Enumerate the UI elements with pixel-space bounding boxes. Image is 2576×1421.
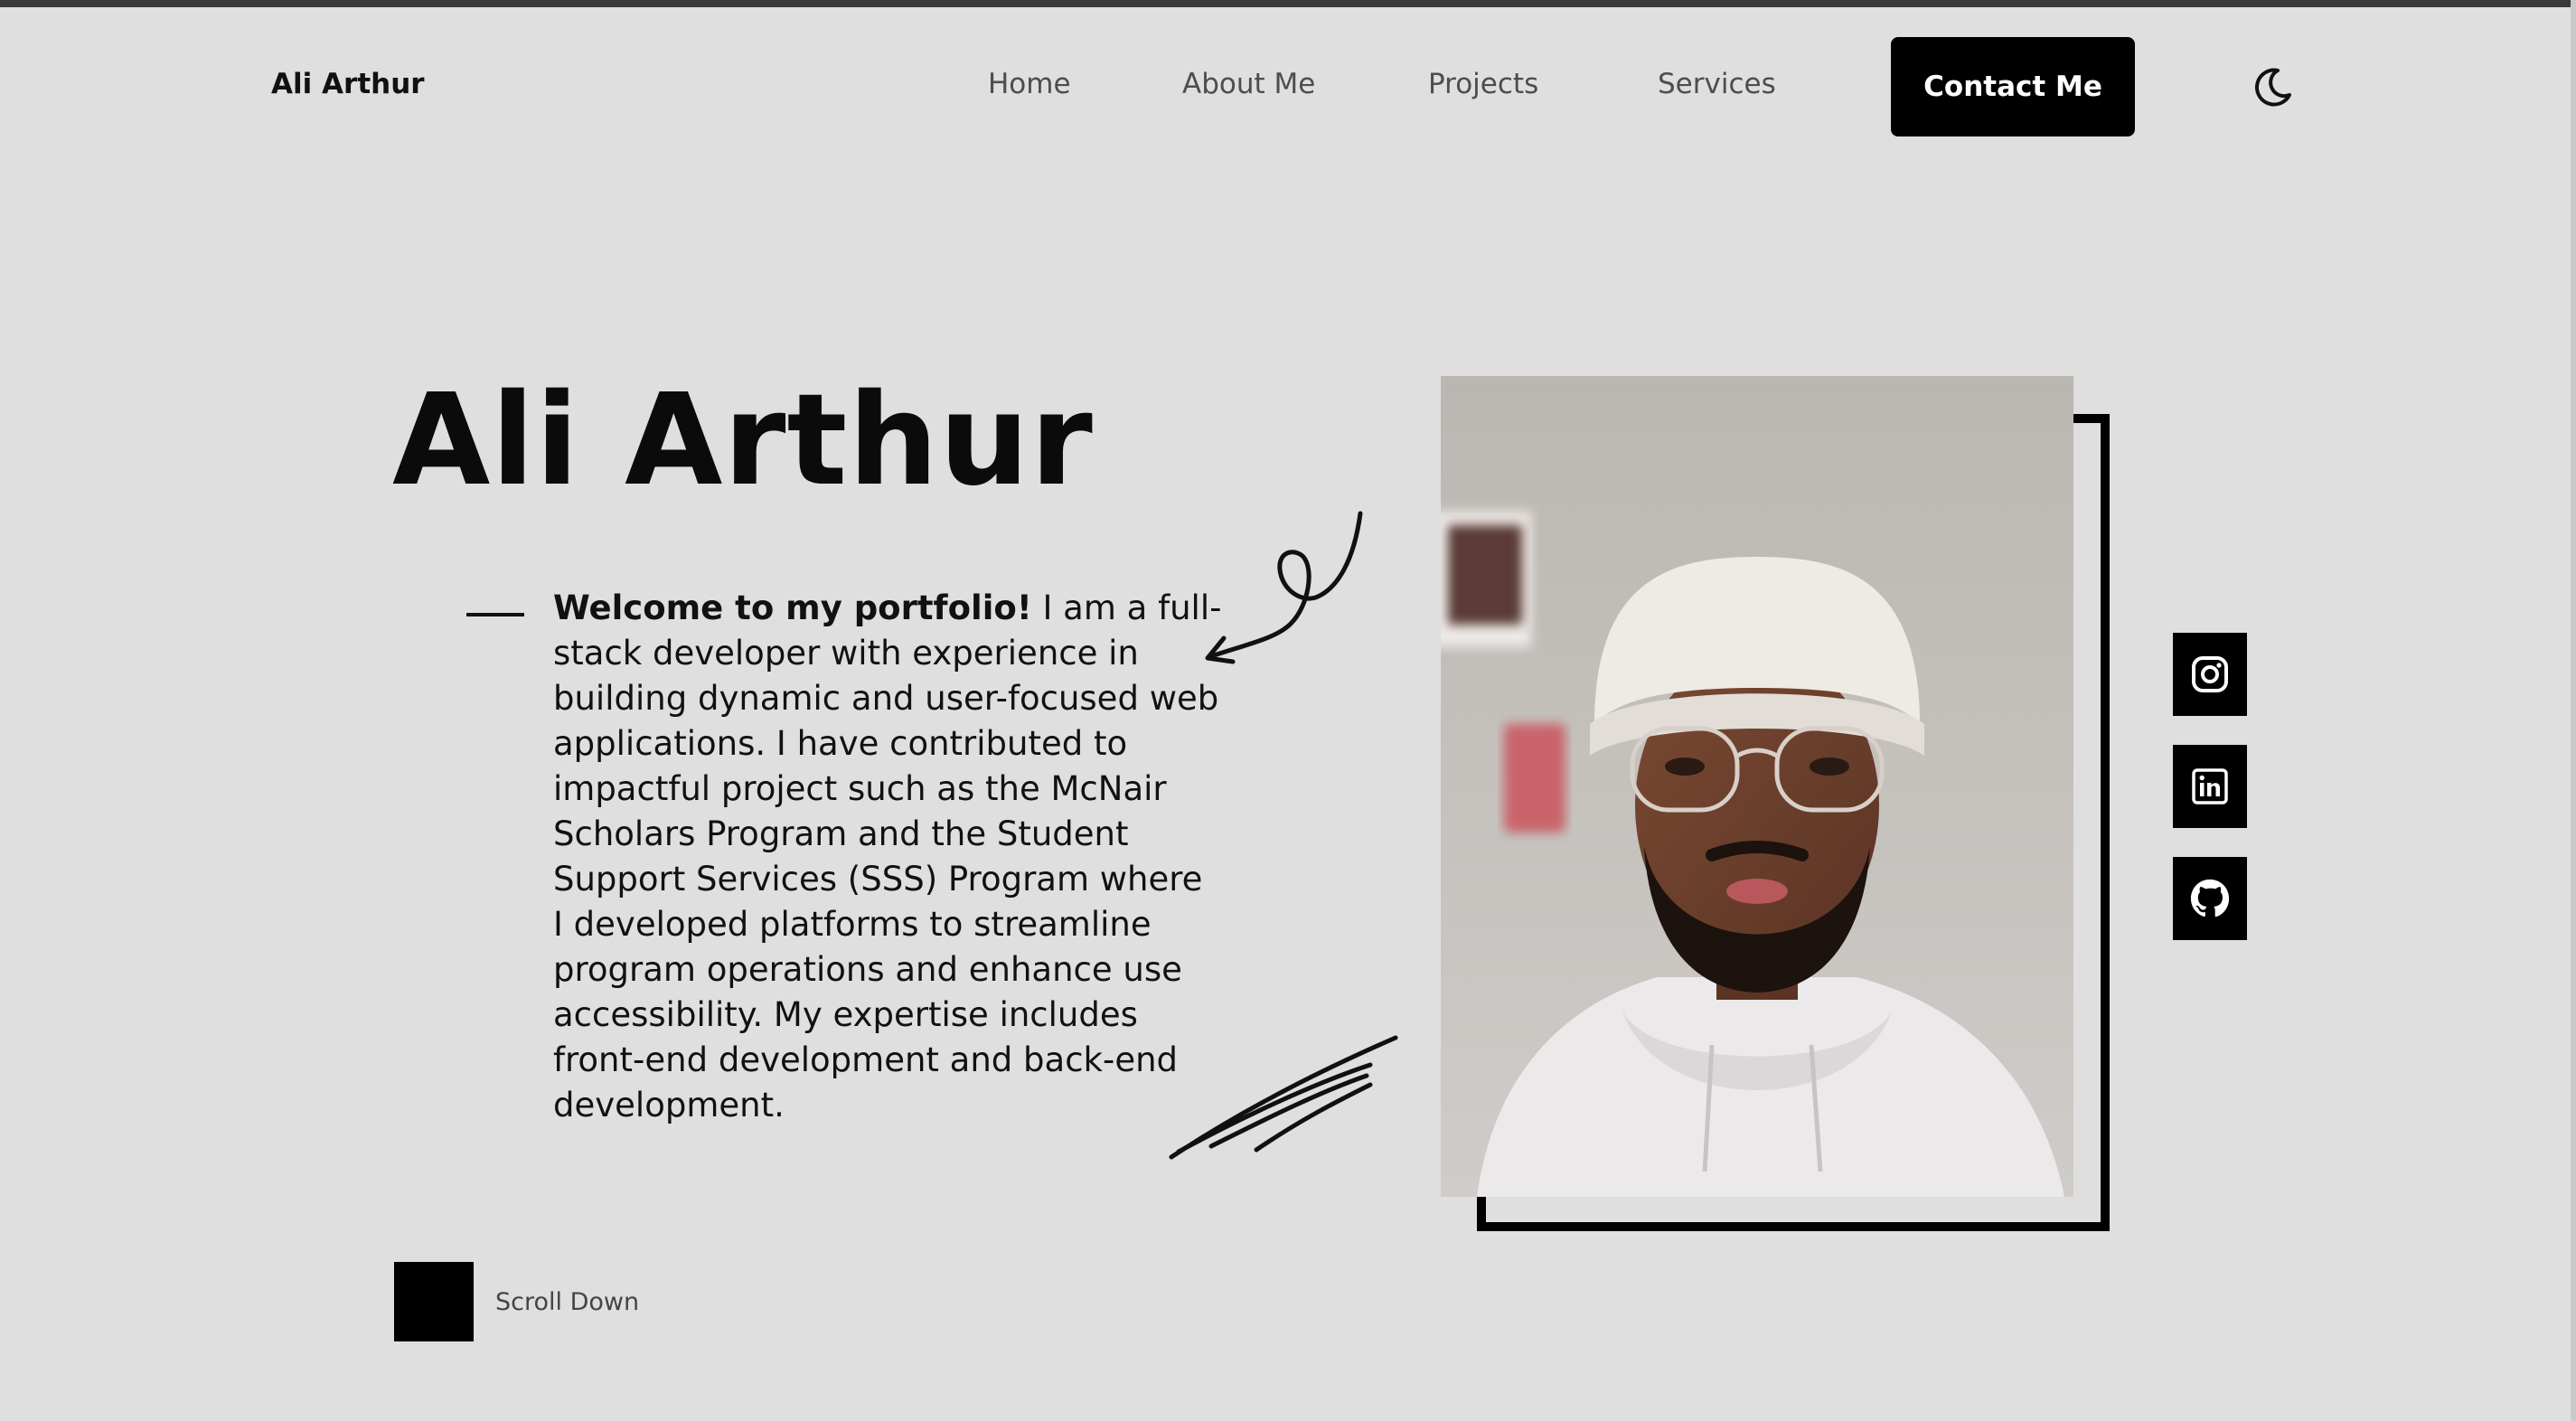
theme-toggle-button[interactable] [2251,64,2296,109]
linkedin-icon [2192,768,2228,805]
profile-photo [1441,376,2073,1197]
moon-icon [2255,68,2291,107]
brand-logo[interactable]: Ali Arthur [271,68,425,100]
intro-dash [466,613,524,616]
instagram-icon [2192,656,2228,692]
contact-me-button[interactable]: Contact Me [1891,37,2135,136]
hero-title: Ali Arthur [392,367,1094,514]
scroll-down-button[interactable] [394,1262,474,1341]
page-scrollbar[interactable] [2571,0,2576,1421]
scribble-decoration [1169,1035,1398,1160]
instagram-link[interactable] [2173,633,2247,716]
squiggle-arrow-decoration [1205,511,1363,664]
nav-projects[interactable]: Projects [1428,68,1538,100]
nav-about-me[interactable]: About Me [1182,68,1315,100]
window-top-bar [0,0,2576,7]
github-icon [2190,879,2230,918]
github-link[interactable] [2173,857,2247,940]
linkedin-link[interactable] [2173,745,2247,828]
nav-services[interactable]: Services [1658,68,1776,100]
intro-bold: Welcome to my portfolio! [553,588,1032,627]
nav-home[interactable]: Home [988,68,1071,100]
intro-paragraph: Welcome to my portfolio! I am a full-sta… [553,586,1222,1128]
scroll-down-label[interactable]: Scroll Down [495,1288,639,1316]
intro-text: I am a full-stack developer with experie… [553,588,1222,1125]
